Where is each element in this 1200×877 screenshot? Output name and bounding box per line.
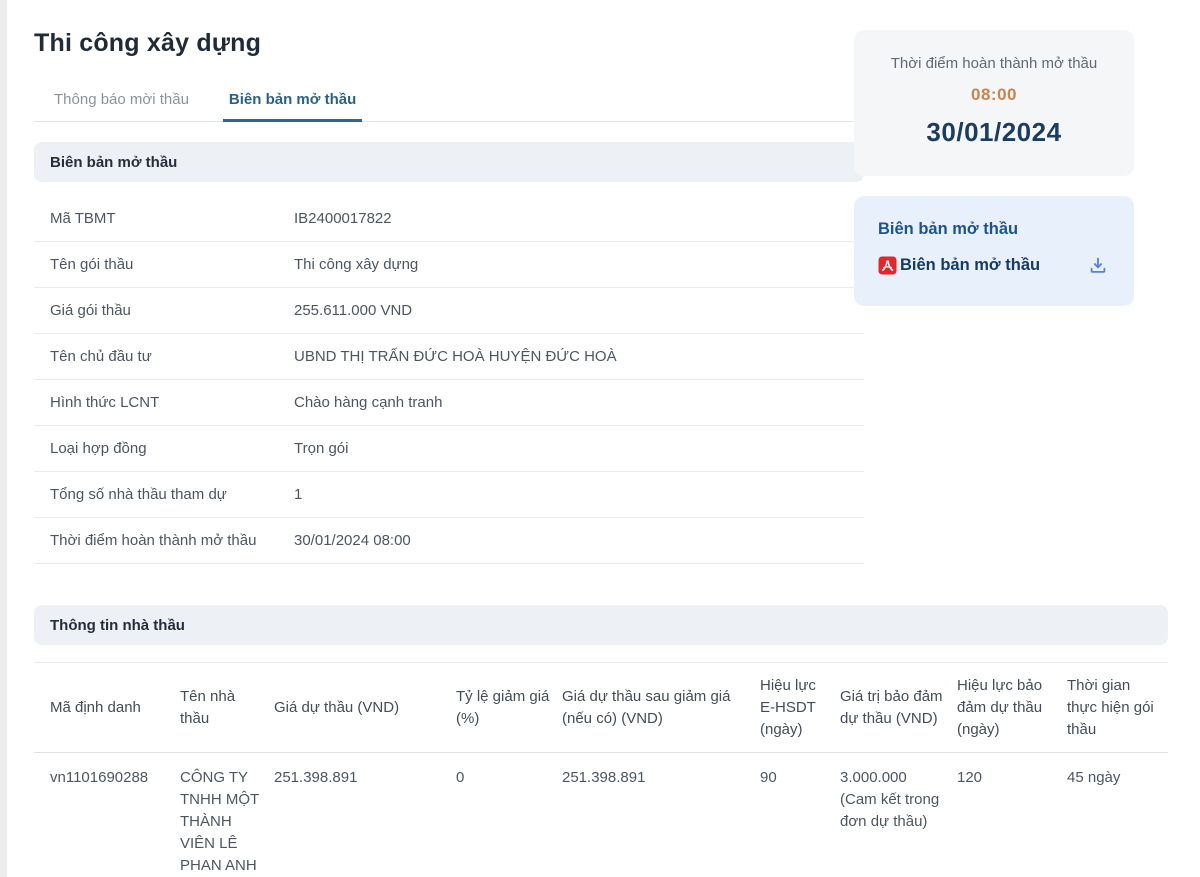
kv-label: Giá gói thầu [34, 302, 294, 319]
kv-row-ten-chu-dau-tu: Tên chủ đầu tư UBND THỊ TRẤN ĐỨC HOÀ HUY… [34, 334, 864, 380]
bidders-table: Mã định danh Tên nhà thầu Giá dự thầu (V… [34, 662, 1168, 877]
kv-label: Thời điểm hoàn thành mở thầu [34, 532, 294, 549]
col-ten-nha-thau: Tên nhà thầu [180, 663, 274, 753]
kv-row-thoi-diem-hoan-thanh: Thời điểm hoàn thành mở thầu 30/01/2024 … [34, 518, 864, 564]
opening-time-card: Thời điểm hoàn thành mở thầu 08:00 30/01… [854, 30, 1134, 176]
kv-value: Chào hàng cạnh tranh [294, 394, 442, 411]
col-thoi-gian-thuc-hien: Thời gian thực hiện gói thầu [1067, 663, 1168, 753]
kv-row-gia-goi-thau: Giá gói thầu 255.611.000 VND [34, 288, 864, 334]
cell-ty-le-giam-gia: 0 [456, 753, 562, 877]
opening-date-value: 30/01/2024 [854, 117, 1134, 148]
kv-row-loai-hop-dong: Loại hợp đồng Trọn gói [34, 426, 864, 472]
cell-thoi-gian-thuc-hien: 45 ngày [1067, 753, 1168, 877]
cell-ma-dinh-danh: vn1101690288 [34, 753, 180, 877]
cell-hieu-luc-ehsdt: 90 [760, 753, 840, 877]
kv-row-ma-tbmt: Mã TBMT IB2400017822 [34, 196, 864, 242]
tab-thong-bao-moi-thau[interactable]: Thông báo mời thầu [48, 83, 195, 121]
cell-gia-sau-giam-gia: 251.398.891 [562, 753, 760, 877]
kv-value: 30/01/2024 08:00 [294, 532, 411, 549]
cell-ten-nha-thau: CÔNG TY TNHH MỘT THÀNH VIÊN LÊ PHAN ANH [180, 753, 274, 877]
table-row: vn1101690288 CÔNG TY TNHH MỘT THÀNH VIÊN… [34, 753, 1168, 877]
kv-label: Mã TBMT [34, 210, 294, 227]
kv-label: Tên chủ đầu tư [34, 348, 294, 365]
kv-value: IB2400017822 [294, 210, 392, 227]
download-icon[interactable] [1086, 253, 1110, 277]
kv-value: 1 [294, 486, 302, 503]
kv-label: Tổng số nhà thầu tham dự [34, 486, 294, 503]
file-row: Biên bản mở thầu [878, 253, 1110, 277]
col-gia-tri-bao-dam: Giá trị bảo đảm dự thầu (VND) [840, 663, 957, 753]
record-file-link[interactable]: Biên bản mở thầu [900, 256, 1040, 275]
record-detail-list: Mã TBMT IB2400017822 Tên gói thầu Thi cô… [34, 196, 864, 564]
col-gia-sau-giam-gia: Giá dự thầu sau giảm giá (nếu có) (VND) [562, 663, 760, 753]
record-section-header: Biên bản mở thầu [34, 142, 864, 182]
kv-label: Tên gói thầu [34, 256, 294, 273]
cell-hieu-luc-bao-dam: 120 [957, 753, 1067, 877]
col-hieu-luc-bao-dam: Hiệu lực bảo đảm dự thầu (ngày) [957, 663, 1067, 753]
col-ma-dinh-danh: Mã định danh [34, 663, 180, 753]
col-gia-du-thau: Giá dự thầu (VND) [274, 663, 456, 753]
pdf-file-icon [878, 256, 897, 275]
contractor-section-header: Thông tin nhà thầu [34, 605, 1168, 645]
kv-row-tong-so-nha-thau: Tổng số nhà thầu tham dự 1 [34, 472, 864, 518]
col-ty-le-giam-gia: Tỷ lệ giảm giá (%) [456, 663, 562, 753]
page-left-edge [0, 0, 7, 877]
kv-row-ten-goi-thau: Tên gói thầu Thi công xây dựng [34, 242, 864, 288]
tab-bar: Thông báo mời thầu Biên bản mở thầu [34, 83, 864, 122]
kv-value: Trọn gói [294, 440, 348, 457]
tab-bien-ban-mo-thau[interactable]: Biên bản mở thầu [223, 83, 362, 122]
kv-value: UBND THỊ TRẤN ĐỨC HOÀ HUYỆN ĐỨC HOÀ [294, 348, 617, 365]
record-file-card: Biên bản mở thầu Biên bản mở thầu [854, 196, 1134, 306]
cell-gia-tri-bao-dam: 3.000.000 (Cam kết trong đơn dự thầu) [840, 753, 957, 877]
kv-value: 255.611.000 VND [294, 302, 412, 319]
right-sidebar: Thời điểm hoàn thành mở thầu 08:00 30/01… [854, 30, 1134, 306]
col-hieu-luc-ehsdt: Hiệu lực E-HSDT (ngày) [760, 663, 840, 753]
kv-value: Thi công xây dựng [294, 256, 418, 273]
kv-row-hinh-thuc-lcnt: Hình thức LCNT Chào hàng cạnh tranh [34, 380, 864, 426]
opening-time-title: Thời điểm hoàn thành mở thầu [854, 55, 1134, 72]
page: Thi công xây dựng Thông báo mời thầu Biê… [0, 0, 1200, 877]
cell-gia-du-thau: 251.398.891 [274, 753, 456, 877]
table-header-row: Mã định danh Tên nhà thầu Giá dự thầu (V… [34, 663, 1168, 753]
kv-label: Loại hợp đồng [34, 440, 294, 457]
file-card-title: Biên bản mở thầu [878, 220, 1110, 239]
opening-time-value: 08:00 [854, 85, 1134, 105]
kv-label: Hình thức LCNT [34, 394, 294, 411]
